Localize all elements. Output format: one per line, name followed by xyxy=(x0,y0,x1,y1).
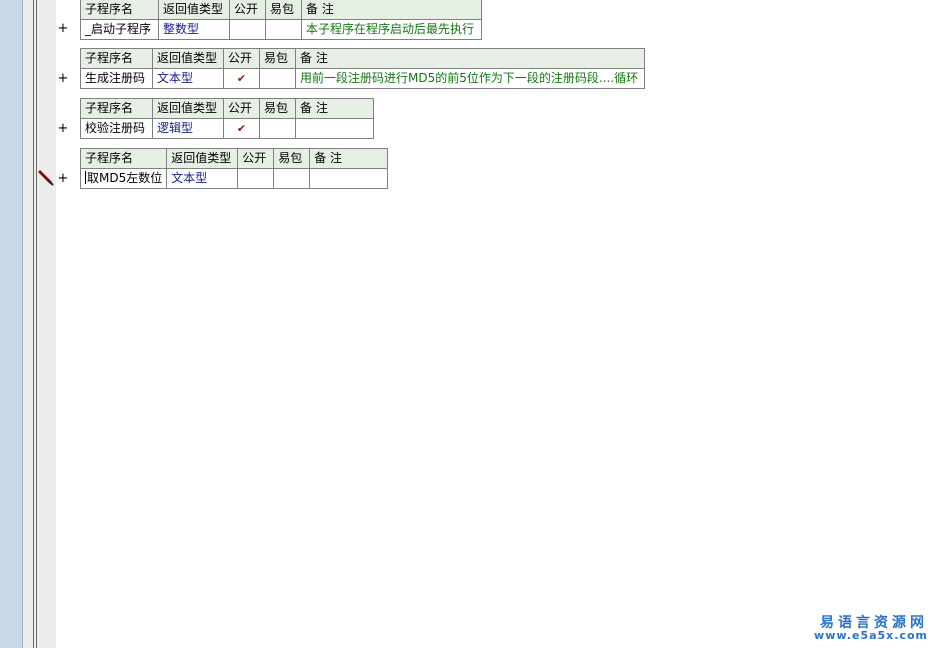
header-easy-pack: 易包 xyxy=(259,98,296,119)
left-margin-bar xyxy=(0,0,23,648)
note-cell[interactable]: 用前一段注册码进行MD5的前5位作为下一段的注册码段....循环 xyxy=(295,68,645,89)
public-cell[interactable] xyxy=(237,168,275,189)
header-return-type: 返回值类型 xyxy=(152,48,224,69)
header-return-type: 返回值类型 xyxy=(158,0,230,20)
note-cell[interactable]: 本子程序在程序启动后最先执行 xyxy=(301,19,482,40)
return-type-cell[interactable]: 文本型 xyxy=(152,68,224,89)
subroutine-name-cell[interactable]: 生成注册码 xyxy=(80,68,153,89)
header-public: 公开 xyxy=(237,148,275,169)
header-note: 备 注 xyxy=(295,48,645,69)
header-name: 子程序名 xyxy=(79,148,168,169)
header-return-type: 返回值类型 xyxy=(166,148,239,169)
public-cell[interactable] xyxy=(229,19,266,40)
gutter-divider xyxy=(33,0,34,648)
subroutine-header-row: 子程序名 返回值类型 公开 易包 备 注 xyxy=(80,98,374,119)
return-type-cell[interactable]: 整数型 xyxy=(158,19,230,40)
header-note: 备 注 xyxy=(301,0,482,20)
header-return-type: 返回值类型 xyxy=(152,98,224,119)
subroutine-table-1: 子程序名 返回值类型 公开 易包 备 注 _启动子程序 整数型 本子程序在程序启… xyxy=(80,0,482,40)
header-public: 公开 xyxy=(223,48,260,69)
expand-sub-1-button[interactable]: + xyxy=(57,22,69,36)
easy-pack-cell[interactable] xyxy=(259,118,296,139)
subroutine-table-4: 子程序名 返回值类型 公开 易包 备 注 取MD5左数位 文本型 xyxy=(79,148,389,189)
subroutine-row: 校验注册码 逻辑型 ✔ xyxy=(80,118,374,139)
gutter-divider xyxy=(36,0,37,648)
pencil-edit-icon xyxy=(38,170,54,186)
subroutine-header-row: 子程序名 返回值类型 公开 易包 备 注 xyxy=(80,0,482,20)
subroutine-header-row: 子程序名 返回值类型 公开 易包 备 注 xyxy=(79,148,389,169)
note-cell[interactable] xyxy=(295,118,374,139)
header-public: 公开 xyxy=(223,98,260,119)
subroutine-row: 生成注册码 文本型 ✔ 用前一段注册码进行MD5的前5位作为下一段的注册码段..… xyxy=(80,68,645,89)
subroutine-header-row: 子程序名 返回值类型 公开 易包 备 注 xyxy=(80,48,645,69)
expand-sub-3-button[interactable]: + xyxy=(57,122,69,136)
expand-sub-4-button[interactable]: + xyxy=(57,172,69,186)
header-name: 子程序名 xyxy=(80,98,153,119)
subroutine-table-2: 子程序名 返回值类型 公开 易包 备 注 生成注册码 文本型 ✔ 用前一段注册码… xyxy=(80,48,645,89)
return-type-cell[interactable]: 逻辑型 xyxy=(152,118,224,139)
header-name: 子程序名 xyxy=(80,48,153,69)
subroutine-table-3: 子程序名 返回值类型 公开 易包 备 注 校验注册码 逻辑型 ✔ xyxy=(80,98,374,139)
note-cell[interactable] xyxy=(309,168,389,189)
subroutine-name-cell[interactable]: 取MD5左数位 xyxy=(79,168,168,189)
easy-pack-cell[interactable] xyxy=(265,19,302,40)
public-check-icon[interactable]: ✔ xyxy=(223,118,260,139)
header-easy-pack: 易包 xyxy=(265,0,302,20)
easy-pack-cell[interactable] xyxy=(259,68,296,89)
header-easy-pack: 易包 xyxy=(273,148,311,169)
watermark-url: www.e5a5x.com xyxy=(814,629,928,642)
subroutine-name-cell[interactable]: _启动子程序 xyxy=(80,19,159,40)
subroutine-row: _启动子程序 整数型 本子程序在程序启动后最先执行 xyxy=(80,19,482,40)
header-easy-pack: 易包 xyxy=(259,48,296,69)
subroutine-row: 取MD5左数位 文本型 xyxy=(79,168,389,189)
subroutine-name-text: 取MD5左数位 xyxy=(87,171,163,185)
easy-pack-cell[interactable] xyxy=(273,168,311,189)
return-type-cell[interactable]: 文本型 xyxy=(166,168,239,189)
expand-sub-2-button[interactable]: + xyxy=(57,72,69,86)
public-check-icon[interactable]: ✔ xyxy=(223,68,260,89)
line-gutter xyxy=(23,0,56,648)
header-name: 子程序名 xyxy=(80,0,159,20)
subroutine-name-cell[interactable]: 校验注册码 xyxy=(80,118,153,139)
header-public: 公开 xyxy=(229,0,266,20)
header-note: 备 注 xyxy=(309,148,389,169)
text-cursor xyxy=(85,171,86,184)
header-note: 备 注 xyxy=(295,98,374,119)
